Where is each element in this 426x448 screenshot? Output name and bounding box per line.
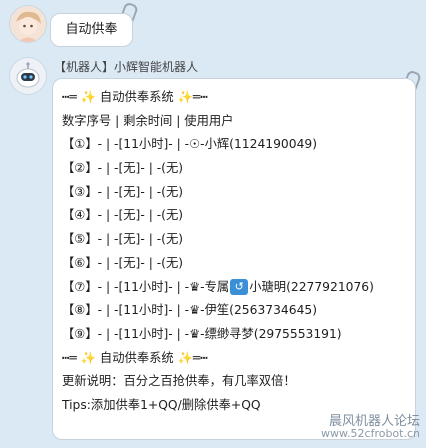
message-line: 数字序号 | 剩余时间 | 使用用户 [62,113,234,128]
robot-avatar[interactable] [10,58,46,94]
user-avatar[interactable] [10,6,46,42]
message-line: ┅═ ✨ 自动供奉系统 ✨═┅ [62,90,208,104]
message-line: 【⑥】- | -[无]- | -(无) [62,255,184,270]
watermark: 晨风机器人论坛 www.52cfrobot.cn [321,415,420,440]
message-line: 【①】- | -[11小时]- | -☉-小辉(1124190049) [62,137,318,152]
message-line-text: 小瑭明(2277921076) [249,279,374,294]
message-line-text: 【⑦】- | -[11小时]- | -♛-专属 [62,279,230,294]
user-message-text: 自动供奉 [65,22,118,37]
message-line: 【⑧】- | -[11小时]- | -♛-伊笙(2563734645) [62,303,318,318]
message-line: ┅═ ✨ 自动供奉系统 ✨═┅ [62,350,208,365]
return-arrow-icon: ↺ [230,279,249,295]
sender-name: 【机器人】小辉智能机器人 [54,60,199,74]
message-line: 【⑦】- | -[11小时]- | -♛-专属 ↺ 小瑭明(2277921076) [62,276,415,300]
message-line: 【④】- | -[无]- | -(无) [62,208,184,223]
message-line: 更新说明：百分之百抢供奉，有几率双倍！ [62,374,296,389]
watermark-url: www.52cfrobot.cn [321,427,420,440]
message-line: 【③】- | -[无]- | -(无) [62,184,184,199]
message-line: 【⑨】- | -[11小时]- | -♛-缥缈寻梦(2975553191) [62,326,342,341]
message-line: 【②】- | -[无]- | -(无) [62,161,184,176]
bot-message-bubble: ┅═ ✨ 自动供奉系统 ✨═┅ 数字序号 | 剩余时间 | 使用用户 【①】- … [52,78,416,440]
message-line: 【⑤】- | -[无]- | -(无) [62,232,184,247]
user-message-bubble: 自动供奉 [50,13,133,47]
